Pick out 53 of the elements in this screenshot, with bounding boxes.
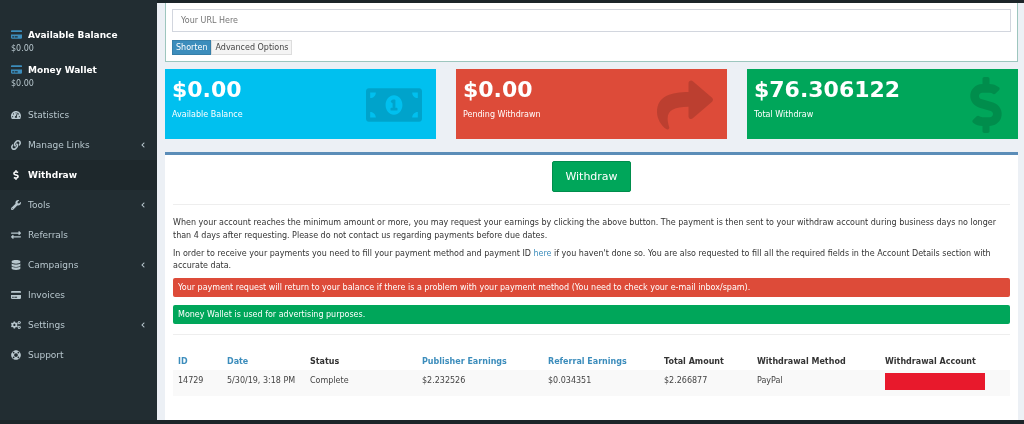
stat-value: $0.00 bbox=[172, 77, 243, 102]
column-header[interactable]: Referral Earnings bbox=[543, 353, 659, 371]
database-icon bbox=[11, 260, 21, 270]
sidebar-item[interactable]: Withdraw bbox=[0, 160, 157, 190]
sidebar-item[interactable]: Settings bbox=[0, 310, 157, 340]
table-cell: $0.034351 bbox=[543, 370, 659, 397]
link-icon bbox=[11, 140, 21, 150]
table-cell: 14729 bbox=[173, 370, 222, 397]
stat-label: Available Balance bbox=[172, 110, 244, 119]
sidebar-item[interactable]: Invoices bbox=[0, 280, 157, 310]
sidebar-item[interactable]: Support bbox=[0, 340, 157, 370]
stat-value: $76.306122 bbox=[754, 77, 902, 102]
column-header[interactable]: Date bbox=[222, 353, 305, 371]
sidebar-item[interactable]: Manage Links bbox=[0, 130, 157, 160]
table-cell: Complete bbox=[305, 370, 417, 397]
sidebar-item[interactable]: Statistics bbox=[0, 100, 157, 130]
arrows-icon bbox=[11, 230, 21, 240]
table-cell: 5/30/19, 3:18 PM bbox=[222, 370, 305, 397]
gears-icon bbox=[11, 320, 21, 330]
options-button[interactable]: Advanced Options bbox=[211, 40, 293, 55]
url-field[interactable]: Your URL Here bbox=[172, 9, 1011, 32]
card-icon bbox=[11, 290, 21, 300]
stat-label: Pending Withdrawn bbox=[463, 110, 542, 119]
balance-amount: $0.00 bbox=[11, 79, 35, 88]
balance-label: Money Wallet bbox=[28, 64, 97, 75]
column-header[interactable]: ID bbox=[173, 353, 222, 371]
column-header: Status bbox=[309, 356, 341, 369]
column-header: Withdrawal Method bbox=[756, 356, 847, 369]
lifebuoy-icon bbox=[11, 350, 21, 360]
alert-message: Your payment request will return to your balance if there is a problem with your payment method (You need to check your e-mail inbox/spam). bbox=[173, 278, 1010, 298]
sidebar-item[interactable]: Referrals bbox=[0, 220, 157, 250]
column-header: Withdrawal Account bbox=[884, 356, 977, 369]
alert-message: Money Wallet is used for advertising purposes. bbox=[173, 305, 1010, 325]
dashboard-icon bbox=[11, 110, 21, 120]
table-cell: $2.266877 bbox=[659, 370, 752, 397]
shorten-button[interactable]: Shorten bbox=[172, 40, 212, 55]
wrench-icon bbox=[11, 200, 21, 210]
balance-amount: $0.00 bbox=[11, 44, 35, 53]
balance-label: Available Balance bbox=[28, 29, 118, 40]
table-cell: $2.232526 bbox=[417, 370, 543, 397]
card-icon bbox=[11, 64, 22, 75]
table-cell: PayPal bbox=[752, 370, 880, 397]
info-paragraph: In order to receive your payments you need to fill your payment method and payment ID here if you haven't done so. You are also requested to fill all the required fields in the Account Details section with accurate data. bbox=[173, 247, 992, 273]
card-icon bbox=[11, 29, 22, 40]
column-header: Total Amount bbox=[663, 356, 725, 369]
here-link[interactable]: here bbox=[533, 248, 552, 258]
sidebar-item[interactable]: Tools bbox=[0, 190, 157, 220]
dollar-icon bbox=[11, 170, 21, 180]
stat-label: Total Withdraw bbox=[754, 110, 815, 119]
sidebar-item[interactable]: Campaigns bbox=[0, 250, 157, 280]
column-header[interactable]: Publisher Earnings bbox=[417, 353, 543, 371]
stat-value: $0.00 bbox=[463, 77, 534, 102]
info-paragraph: When your account reaches the minimum amount or more, you may request your earnings by clicking the above button. The payment is then sent to your withdraw account during business days no longer than 4 days after requesting. Please do not contact us regarding payments before due dates. bbox=[173, 217, 997, 242]
